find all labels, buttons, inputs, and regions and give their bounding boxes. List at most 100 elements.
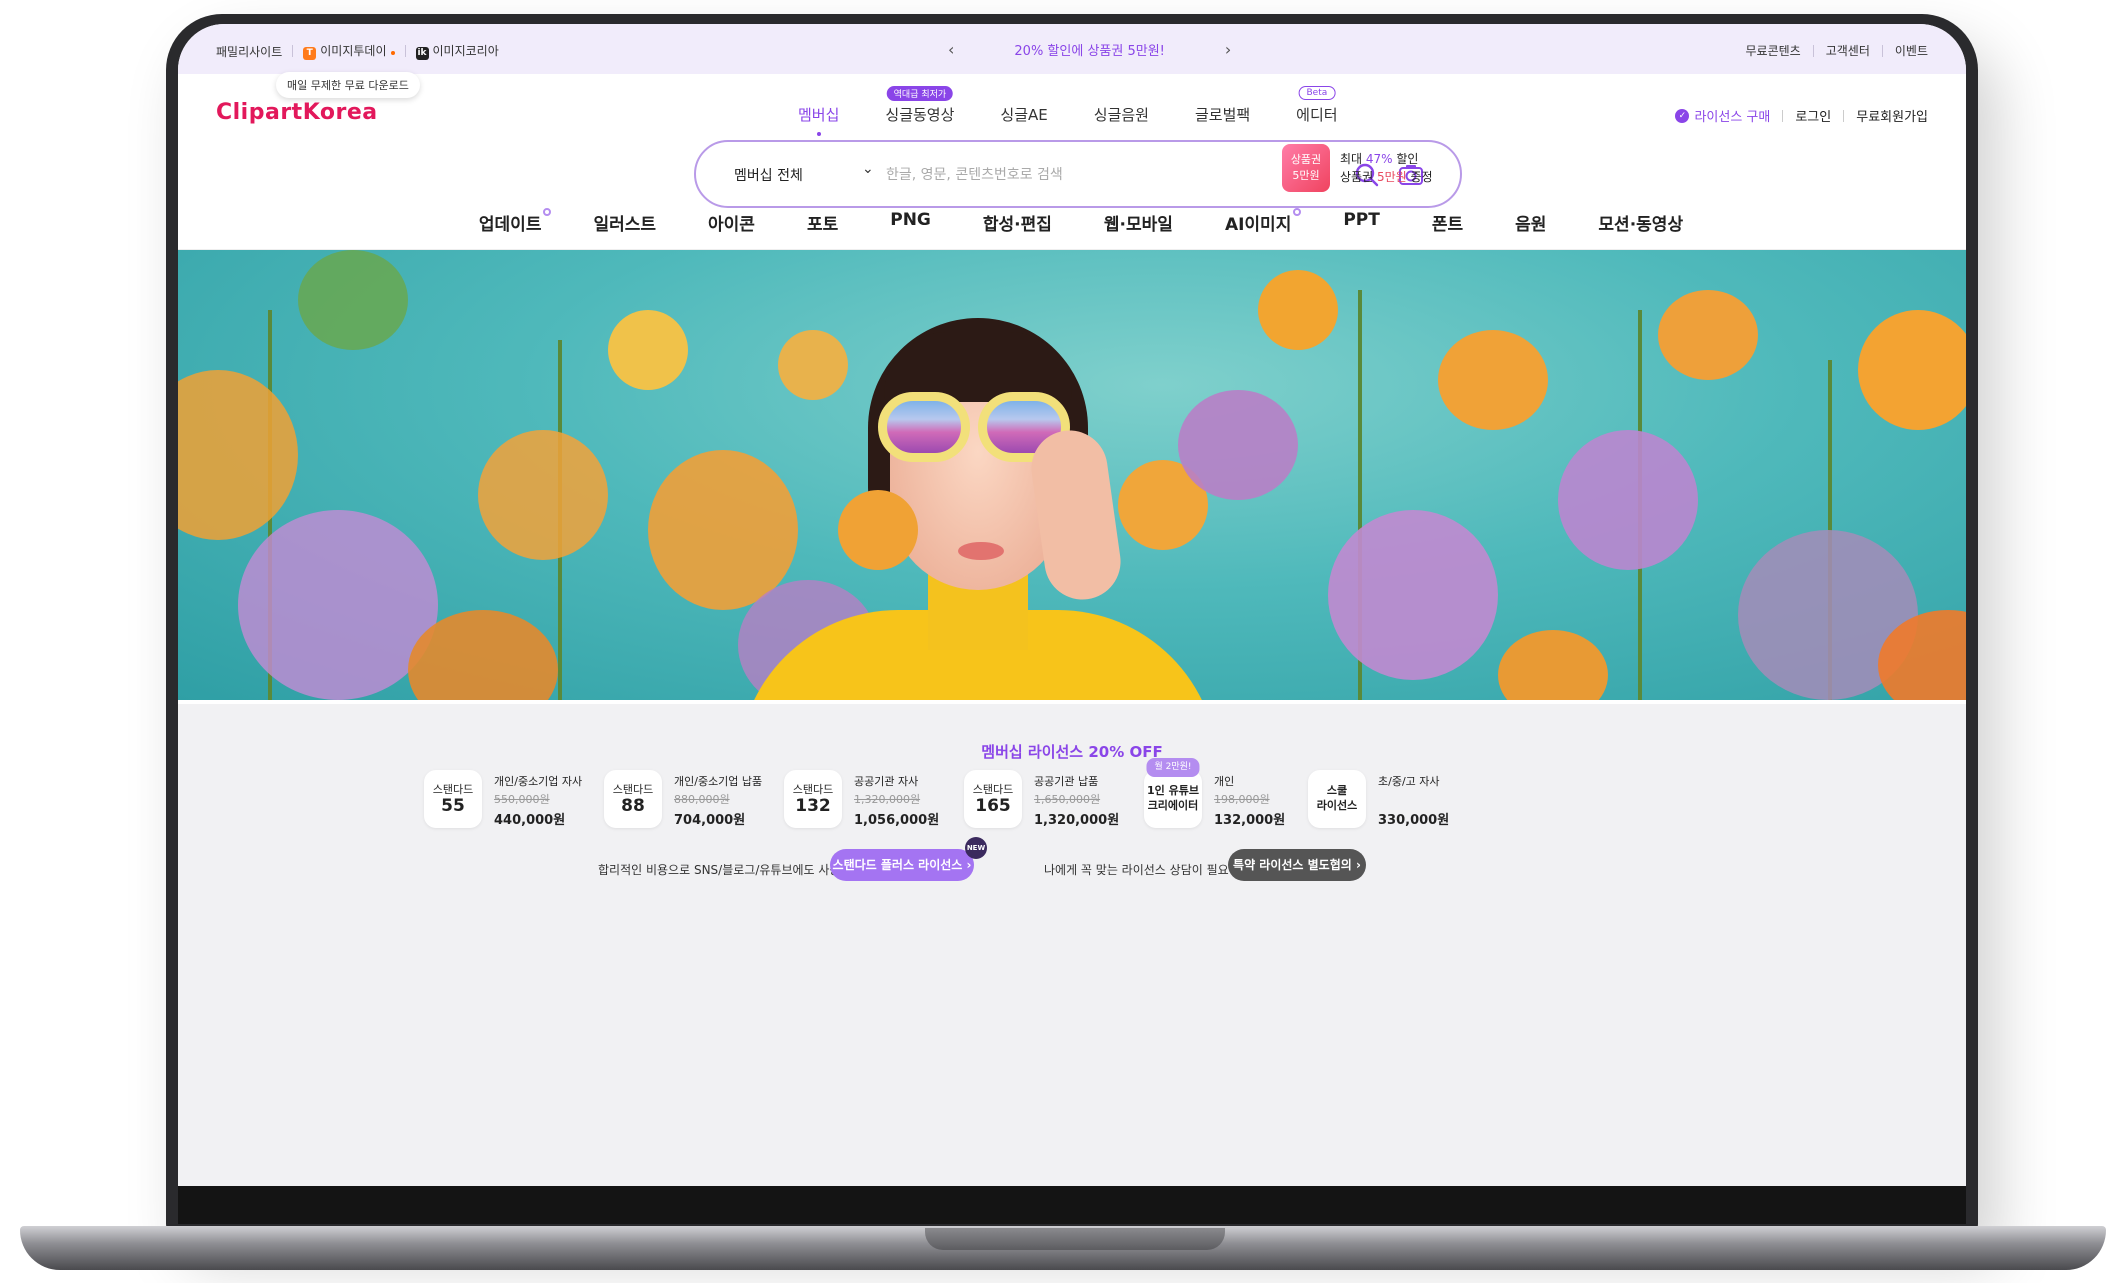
plan-desc: 초/중/고 자사	[1378, 775, 1440, 788]
cat-png[interactable]: PNG	[890, 210, 931, 235]
cat-icon[interactable]: 아이콘	[708, 210, 755, 235]
license-buy-link[interactable]: ✓ 라이선스 구매	[1675, 106, 1770, 125]
plan-standard-55[interactable]: 스탠다드 55 개인/중소기업 자사 550,000원 440,000원	[424, 770, 590, 828]
voucher-badge-line2: 5만원	[1292, 169, 1320, 182]
event-link[interactable]: 이벤트	[1895, 42, 1928, 59]
free-content-link[interactable]: 무료콘텐츠	[1746, 42, 1801, 59]
standard-plus-button[interactable]: 스탠다드 플러스 라이선스 ›	[830, 849, 974, 881]
promo-text: 증정	[1406, 170, 1433, 184]
cat-ppt[interactable]: PPT	[1343, 210, 1380, 235]
voucher-badge-line1: 상품권	[1290, 153, 1322, 166]
plan-number: 132	[795, 796, 831, 816]
site-logo[interactable]: ClipartKorea	[216, 100, 378, 125]
search-scope-select[interactable]: 멤버십 전체	[734, 165, 803, 185]
nav-single-ae[interactable]: 싱글AE	[1000, 104, 1047, 125]
hero-banner[interactable]	[178, 250, 1966, 700]
divider	[1812, 44, 1814, 57]
screen: 패밀리사이트 T 이미지투데이 ik 이미지코리아 ‹ 20% 할인에 상품권 5만…	[178, 24, 1966, 1224]
license-icon: ✓	[1675, 108, 1690, 123]
signup-link[interactable]: 무료회원가입	[1856, 106, 1928, 125]
flower	[1258, 270, 1338, 350]
cat-web-mobile[interactable]: 웹·모바일	[1104, 210, 1173, 235]
imagekorea-label: 이미지코리아	[432, 44, 499, 58]
chevron-down-icon[interactable]: ⌄	[862, 161, 874, 177]
divider	[1782, 109, 1784, 122]
top-strip: 패밀리사이트 T 이미지투데이 ik 이미지코리아 ‹ 20% 할인에 상품권 5만…	[178, 24, 1966, 74]
free-download-tooltip: 매일 무제한 무료 다운로드	[276, 72, 420, 98]
new-badge: NEW	[965, 837, 987, 859]
flower	[778, 330, 848, 400]
cat-motion[interactable]: 모션·동영상	[1598, 210, 1683, 235]
plan-desc: 개인	[1214, 775, 1235, 788]
cat-label: 업데이트	[478, 215, 542, 235]
plan-box: 스탠다드 55	[424, 770, 482, 828]
plan-info: 개인/중소기업 납품 880,000원 704,000원	[674, 770, 770, 828]
plan-price: 1,056,000원	[854, 813, 940, 828]
flower	[1558, 430, 1698, 570]
screen-bottom-bar	[178, 1186, 1966, 1224]
main-nav: 멤버십 역대급 최저가 싱글동영상 싱글AE 싱글음원 글로벌팩 Beta 에디터	[798, 86, 1338, 136]
plan-original-price: 1,320,000원	[854, 793, 921, 806]
plan-name: 1인 유튜브	[1147, 784, 1199, 797]
imagetoday-logo-icon: T	[303, 47, 317, 60]
person-hand	[1026, 425, 1126, 605]
family-sites-label[interactable]: 패밀리사이트	[216, 43, 282, 60]
plan-name: 스탠다드	[432, 783, 474, 796]
cat-composite[interactable]: 합성·편집	[983, 210, 1052, 235]
plan-school[interactable]: 스쿨 라이선스 초/중/고 자사 330,000원	[1308, 770, 1474, 828]
next-arrow-icon[interactable]: ›	[1225, 40, 1231, 59]
utility-links: 무료콘텐츠 고객센터 이벤트	[1746, 42, 1929, 59]
plan-original-price: 1,650,000원	[1034, 793, 1101, 806]
plan-price: 330,000원	[1378, 813, 1450, 828]
plan-number: 55	[441, 796, 465, 816]
cat-label: AI이미지	[1224, 215, 1292, 235]
special-license-button[interactable]: 특약 라이선스 별도협의 ›	[1228, 849, 1366, 881]
support-link[interactable]: 고객센터	[1826, 42, 1870, 59]
search-input[interactable]	[886, 162, 1326, 188]
license-buy-label: 라이선스 구매	[1694, 110, 1771, 125]
cat-font[interactable]: 폰트	[1432, 210, 1463, 235]
nav-single-audio[interactable]: 싱글음원	[1094, 104, 1149, 125]
nav-membership[interactable]: 멤버십	[798, 104, 840, 136]
voucher-promo[interactable]: 상품권 5만원 최대 47% 할인 상품권 5만원 증정	[1282, 144, 1433, 192]
prev-arrow-icon[interactable]: ‹	[948, 40, 954, 59]
plan-standard-165[interactable]: 스탠다드 165 공공기관 납품 1,650,000원 1,320,000원	[964, 770, 1130, 828]
promo-banner-text[interactable]: 20% 할인에 상품권 5만원!	[1014, 40, 1164, 59]
imagekorea-link[interactable]: ik 이미지코리아	[415, 42, 499, 60]
cat-ai-image[interactable]: AI이미지	[1224, 208, 1302, 235]
imagetoday-label: 이미지투데이	[320, 44, 387, 58]
flower	[1858, 310, 1966, 430]
plan-standard-132[interactable]: 스탠다드 132 공공기관 자사 1,320,000원 1,056,000원	[784, 770, 950, 828]
promo-text: 상품권	[1340, 170, 1377, 184]
cat-update[interactable]: 업데이트	[478, 208, 552, 235]
nav-global-pack[interactable]: 글로벌팩	[1195, 104, 1250, 125]
login-link[interactable]: 로그인	[1795, 106, 1831, 125]
plan-box: 스탠다드 132	[784, 770, 842, 828]
flower	[178, 370, 298, 540]
cat-photo[interactable]: 포토	[807, 210, 838, 235]
divider	[1843, 109, 1845, 122]
new-dot-icon	[1293, 208, 1302, 216]
promo-carousel: ‹ 20% 할인에 상품권 5만원! ›	[948, 40, 1231, 59]
flower	[838, 490, 918, 570]
plan-desc: 개인/중소기업 자사	[494, 775, 583, 788]
plan-price: 440,000원	[494, 813, 566, 828]
plan-info: 개인/중소기업 자사 550,000원 440,000원	[494, 770, 590, 828]
license-title: 멤버십 라이선스 20% OFF	[981, 743, 1163, 761]
promo-discount: 47%	[1365, 152, 1393, 166]
plan-standard-88[interactable]: 스탠다드 88 개인/중소기업 납품 880,000원 704,000원	[604, 770, 770, 828]
voucher-badge: 상품권 5만원	[1282, 144, 1330, 192]
category-nav: 업데이트 일러스트 아이콘 포토 PNG 합성·편집 웹·모바일 AI이미지 P…	[178, 208, 1966, 235]
plan-youtube-creator[interactable]: 월 2만원! 1인 유튜브 크리에이터 개인 198,000원 132,000원	[1144, 758, 1294, 828]
nav-label: 멤버십	[798, 106, 840, 124]
cat-audio[interactable]: 음원	[1515, 210, 1546, 235]
promo-amount: 5만원	[1376, 170, 1407, 184]
nav-single-video[interactable]: 역대급 최저가 싱글동영상	[885, 86, 954, 125]
plan-subname: 크리에이터	[1147, 799, 1199, 812]
cat-illustration[interactable]: 일러스트	[593, 210, 656, 235]
plan-number: 88	[621, 796, 645, 816]
account-links: ✓ 라이선스 구매 로그인 무료회원가입	[1675, 106, 1928, 125]
nav-editor[interactable]: Beta 에디터	[1296, 86, 1338, 125]
imagetoday-link[interactable]: T 이미지투데이	[303, 42, 395, 60]
plan-name: 스탠다드	[612, 783, 654, 796]
